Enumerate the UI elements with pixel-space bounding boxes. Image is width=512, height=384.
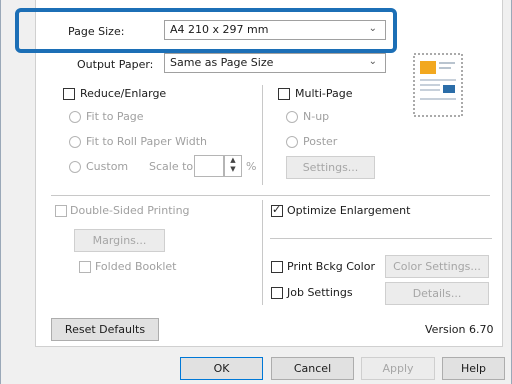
details-button[interactable]: Details... — [385, 282, 489, 305]
fit-to-roll-radio[interactable] — [69, 136, 81, 148]
version-text: Version 6.70 — [425, 323, 494, 336]
output-paper-value: Same as Page Size — [170, 56, 274, 69]
double-sided-checkbox[interactable] — [55, 205, 67, 217]
fit-to-page-label: Fit to Page — [86, 110, 144, 123]
column-divider — [262, 200, 263, 305]
help-button[interactable]: Help — [442, 357, 505, 380]
scale-input[interactable] — [194, 155, 224, 177]
n-up-radio[interactable] — [286, 111, 298, 123]
scale-to-label: Scale to — [149, 160, 194, 173]
chevron-down-icon: ⌄ — [368, 56, 377, 67]
fit-to-roll-label: Fit to Roll Paper Width — [86, 135, 208, 148]
poster-radio[interactable] — [286, 136, 298, 148]
multi-page-label: Multi-Page — [295, 87, 353, 100]
folded-booklet-label: Folded Booklet — [95, 260, 177, 273]
output-paper-dropdown[interactable]: Same as Page Size ⌄ — [164, 53, 386, 73]
multi-page-checkbox[interactable] — [278, 88, 290, 100]
section-divider — [51, 195, 490, 196]
folded-booklet-checkbox[interactable] — [79, 261, 91, 273]
reset-defaults-button[interactable]: Reset Defaults — [51, 318, 159, 341]
print-bckg-color-checkbox[interactable] — [271, 261, 283, 273]
column-divider — [262, 85, 263, 185]
reduce-enlarge-label: Reduce/Enlarge — [80, 87, 167, 100]
double-sided-label: Double-Sided Printing — [70, 204, 190, 217]
apply-button[interactable]: Apply — [361, 357, 435, 380]
margins-button[interactable]: Margins... — [74, 229, 165, 252]
output-paper-label: Output Paper: — [77, 58, 154, 71]
optimize-enlargement-label: Optimize Enlargement — [287, 204, 411, 217]
fit-to-page-radio[interactable] — [69, 111, 81, 123]
print-bckg-color-label: Print Bckg Color — [287, 260, 375, 273]
reduce-enlarge-checkbox[interactable] — [63, 88, 75, 100]
page-size-highlight — [15, 8, 397, 53]
page-preview-icon — [413, 53, 463, 117]
subsection-divider — [270, 238, 492, 239]
custom-label: Custom — [86, 160, 129, 173]
job-settings-label: Job Settings — [287, 286, 353, 299]
color-settings-button[interactable]: Color Settings... — [385, 255, 489, 278]
cancel-button[interactable]: Cancel — [271, 357, 354, 380]
optimize-enlargement-checkbox[interactable] — [271, 203, 283, 217]
scale-spinner[interactable]: ▲ ▼ — [224, 155, 242, 177]
poster-label: Poster — [303, 135, 338, 148]
job-settings-checkbox[interactable] — [271, 287, 283, 299]
custom-radio[interactable] — [69, 161, 81, 173]
multi-page-settings-button[interactable]: Settings... — [286, 156, 375, 179]
percent-label: % — [246, 160, 257, 173]
n-up-label: N-up — [303, 110, 330, 123]
ok-button[interactable]: OK — [180, 357, 263, 380]
